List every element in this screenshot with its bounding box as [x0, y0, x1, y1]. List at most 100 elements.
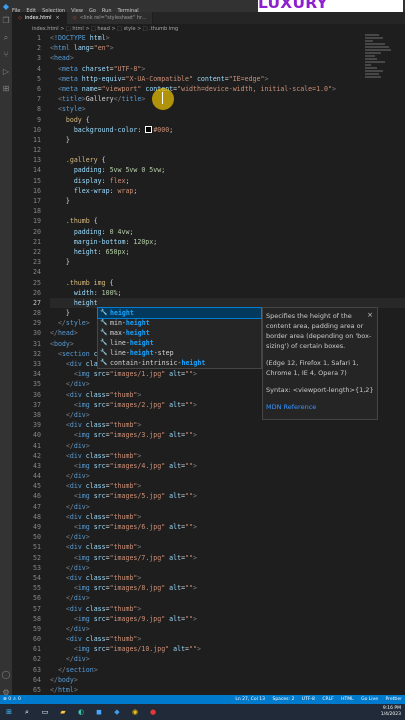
code-line[interactable]: <div class="thumb">: [50, 420, 405, 430]
code-line[interactable]: <img src="images/6.jpg" alt="">: [50, 522, 405, 532]
code-line[interactable]: <title>Gallery</title>: [50, 94, 405, 104]
code-line[interactable]: }: [50, 135, 405, 145]
close-icon[interactable]: ×: [367, 310, 373, 320]
suggestion-match: height: [125, 329, 150, 337]
code-line[interactable]: .thumb {: [50, 216, 405, 226]
code-line[interactable]: [50, 206, 405, 216]
indentation[interactable]: Spaces: 2: [272, 697, 294, 702]
code-line[interactable]: padding: 0 4vw;: [50, 227, 405, 237]
search-icon[interactable]: ⌕: [22, 707, 32, 717]
vscode-icon[interactable]: ◆: [112, 707, 122, 717]
code-line[interactable]: .thumb img {: [50, 278, 405, 288]
code-line[interactable]: }: [50, 257, 405, 267]
code-line[interactable]: <meta charset="UTF-8">: [50, 64, 405, 74]
prettier-status[interactable]: Prettier: [385, 697, 402, 702]
close-icon[interactable]: ×: [56, 15, 60, 21]
mdn-reference-link[interactable]: MDN Reference: [266, 402, 374, 412]
tab-index-html[interactable]: ◇ index.html ×: [12, 12, 67, 24]
code-line[interactable]: width: 100%;: [50, 288, 405, 298]
code-token: class: [81, 421, 106, 430]
language-mode[interactable]: HTML: [341, 697, 354, 702]
code-line[interactable]: flex-wrap: wrap;: [50, 186, 405, 196]
code-line[interactable]: .gallery {: [50, 155, 405, 165]
source-control-icon[interactable]: ⑂: [0, 46, 12, 63]
suggestion-item[interactable]: 🔧 max-height: [98, 328, 261, 338]
code-line[interactable]: height: 650px;: [50, 247, 405, 257]
code-line[interactable]: }: [50, 196, 405, 206]
code-line[interactable]: <head>: [50, 53, 405, 63]
tab-untitled[interactable]: ◇ <link rel="stylesheet" hr...: [66, 12, 154, 24]
windows-start-icon[interactable]: ⊞: [4, 707, 14, 717]
code-line[interactable]: <!DOCTYPE html>: [50, 33, 405, 43]
code-line[interactable]: </div>: [50, 593, 405, 603]
go-live-button[interactable]: Go Live: [361, 697, 378, 702]
record-icon[interactable]: ●: [148, 707, 158, 717]
code-line[interactable]: </body>: [50, 675, 405, 685]
code-line[interactable]: <div class="thumb">: [50, 542, 405, 552]
explorer-icon[interactable]: ❐: [0, 12, 12, 29]
code-line[interactable]: <img src="images/7.jpg" alt="">: [50, 553, 405, 563]
code-line[interactable]: </div>: [50, 563, 405, 573]
encoding[interactable]: UTF-8: [302, 697, 315, 702]
code-line[interactable]: <div class="thumb">: [50, 481, 405, 491]
color-swatch-icon[interactable]: [145, 126, 153, 134]
search-icon[interactable]: ⌕: [0, 29, 12, 46]
code-line[interactable]: </section>: [50, 665, 405, 675]
code-line[interactable]: <img src="images/8.jpg" alt="">: [50, 583, 405, 593]
code-line[interactable]: </div>: [50, 471, 405, 481]
code-line[interactable]: <meta http-equiv="X-UA-Compatible" conte…: [50, 74, 405, 84]
line-ending[interactable]: CRLF: [322, 697, 333, 702]
code-line[interactable]: <img src="images/3.jpg" alt="">: [50, 430, 405, 440]
run-debug-icon[interactable]: ▷: [0, 63, 12, 80]
code-line[interactable]: <div class="thumb">: [50, 634, 405, 644]
code-line[interactable]: display: flex;: [50, 176, 405, 186]
code-line[interactable]: background-color: #000;: [50, 125, 405, 135]
problems-indicator[interactable]: ⊗ 0 ⚠ 0: [3, 697, 21, 702]
editor-tabs: ◇ index.html × ◇ <link rel="stylesheet" …: [12, 12, 405, 24]
code-line[interactable]: <img src="images/9.jpg" alt="">: [50, 614, 405, 624]
code-line[interactable]: padding: 5vw 5vw 0 5vw;: [50, 165, 405, 175]
store-icon[interactable]: ◼: [94, 707, 104, 717]
suggestion-item[interactable]: 🔧 height: [97, 307, 262, 319]
suggestion-item[interactable]: 🔧 line-height -step: [98, 348, 261, 358]
code-line[interactable]: </div>: [50, 532, 405, 542]
code-line[interactable]: <meta name="viewport" content="width=dev…: [50, 84, 405, 94]
code-line[interactable]: margin-bottom: 120px;: [50, 237, 405, 247]
code-line[interactable]: <div class="thumb">: [50, 604, 405, 614]
code-token: >: [193, 461, 197, 470]
code-line[interactable]: <div class="thumb">: [50, 451, 405, 461]
extensions-icon[interactable]: ⊞: [0, 80, 12, 97]
chrome-icon[interactable]: ◉: [130, 707, 140, 717]
system-clock[interactable]: 9:16 PM 1/4/2023: [381, 706, 401, 718]
suggestion-item[interactable]: 🔧 min-height: [98, 318, 261, 328]
code-line[interactable]: <div class="thumb">: [50, 573, 405, 583]
suggestion-item[interactable]: 🔧 line-height: [98, 338, 261, 348]
suggestion-item[interactable]: 🔧 contain-intrinsic-height: [98, 358, 261, 368]
account-icon[interactable]: ◯: [0, 666, 12, 683]
code-line[interactable]: <img src="images/4.jpg" alt="">: [50, 461, 405, 471]
code-line[interactable]: <img src="images/5.jpg" alt="">: [50, 491, 405, 501]
code-line[interactable]: </div>: [50, 502, 405, 512]
code-line[interactable]: </div>: [50, 624, 405, 634]
cursor-position[interactable]: Ln 27, Col 13: [235, 697, 265, 702]
code-line[interactable]: </div>: [50, 654, 405, 664]
code-line[interactable]: </div>: [50, 441, 405, 451]
breadcrumb[interactable]: index.html > ⬚ html > ⬚ head > ⬚ style >…: [12, 24, 405, 33]
edge-icon[interactable]: ◐: [76, 707, 86, 717]
line-number: 34: [33, 370, 41, 379]
code-token: "UTF-8": [113, 64, 142, 73]
code-line[interactable]: <div class="thumb">: [50, 512, 405, 522]
code-line[interactable]: <html lang="en">: [50, 43, 405, 53]
code-line[interactable]: <style>: [50, 104, 405, 114]
code-line[interactable]: <img src="images/10.jpg" alt="">: [50, 644, 405, 654]
code-line[interactable]: [50, 267, 405, 277]
file-explorer-icon[interactable]: ▰: [58, 707, 68, 717]
autocomplete-suggestions[interactable]: 🔧 height 🔧 min-height 🔧 max-height 🔧 line-heigh…: [97, 307, 262, 369]
code-token: body: [53, 339, 70, 348]
code-line[interactable]: </html>: [50, 685, 405, 695]
code-line[interactable]: [50, 145, 405, 155]
task-view-icon[interactable]: ▭: [40, 707, 50, 717]
minimap[interactable]: [365, 33, 391, 153]
code-line[interactable]: body {: [50, 115, 405, 125]
